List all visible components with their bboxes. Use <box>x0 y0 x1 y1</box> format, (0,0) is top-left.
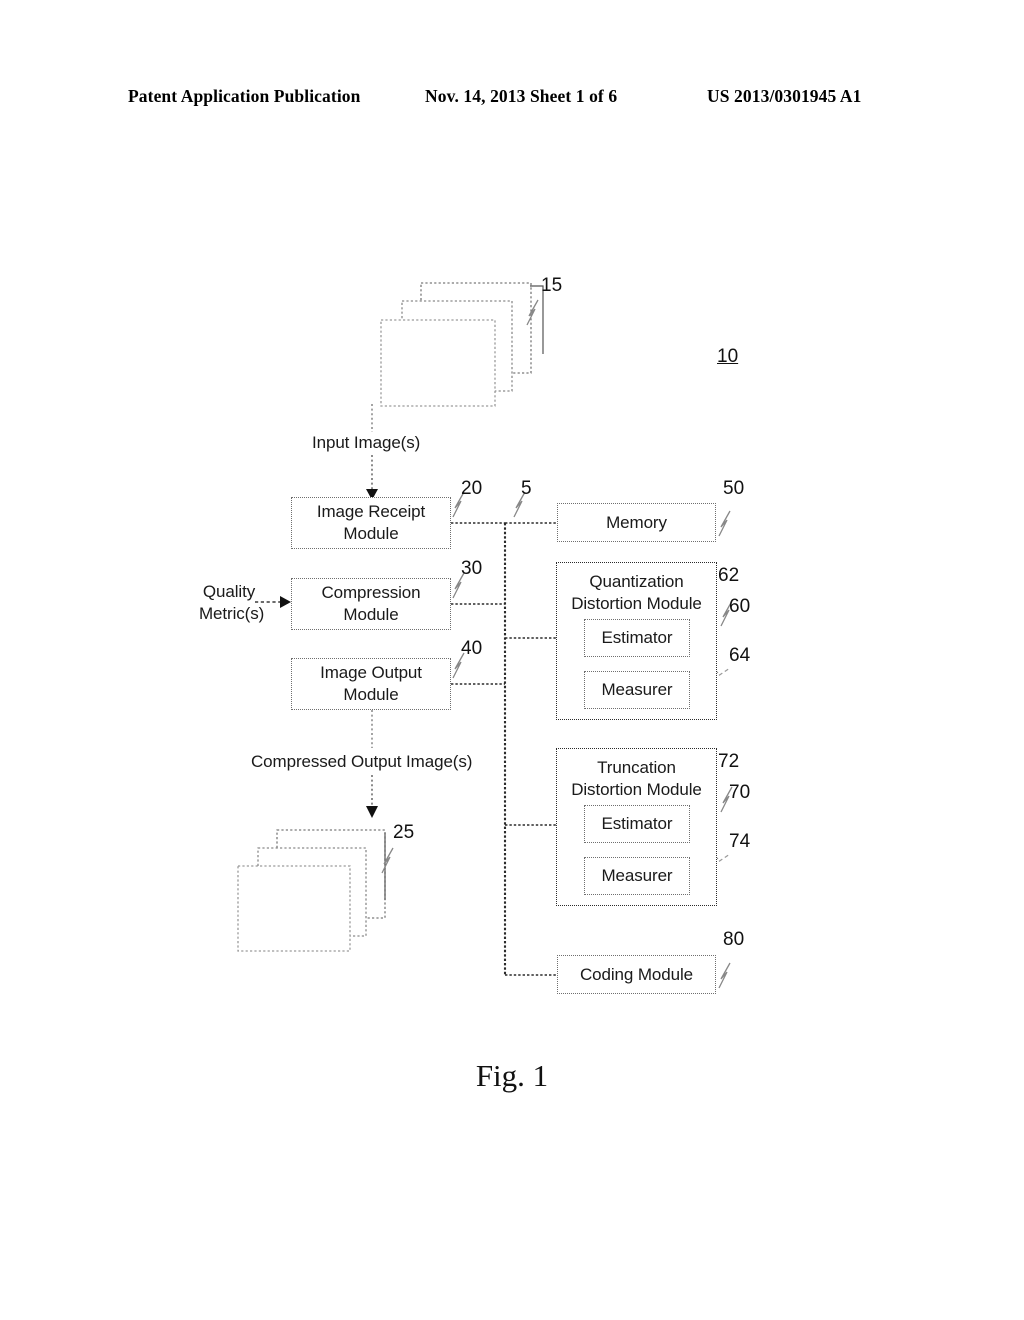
leader-line-80 <box>718 962 731 989</box>
truncation-distortion-module-title: Truncation Distortion Module <box>571 758 702 800</box>
quantization-measurer-label: Measurer <box>601 680 673 700</box>
system-bus <box>451 522 557 976</box>
compression-module-label: Compression Module <box>321 583 421 624</box>
reference-64: 64 <box>729 645 751 666</box>
input-images-flow-label: Input Image(s) <box>312 433 421 452</box>
reference-20: 20 <box>461 478 483 499</box>
reference-80: 80 <box>723 929 745 950</box>
truncation-estimator[interactable]: Estimator <box>584 805 690 843</box>
quantization-estimator[interactable]: Estimator <box>584 619 690 657</box>
figure-vector-layer <box>237 282 733 989</box>
reference-30: 30 <box>461 558 483 579</box>
quantization-measurer[interactable]: Measurer <box>584 671 690 709</box>
compressed-output-flow-label: Compressed Output Image(s) <box>251 752 473 771</box>
quantization-distortion-module-title: Quantization Distortion Module <box>571 572 702 614</box>
compression-module[interactable]: Compression Module <box>291 578 451 630</box>
image-output-module[interactable]: Image Output Module <box>291 658 451 710</box>
reference-72: 72 <box>718 751 740 772</box>
quantization-estimator-label: Estimator <box>601 628 673 648</box>
leader-line-50 <box>718 510 731 537</box>
truncation-measurer[interactable]: Measurer <box>584 857 690 895</box>
reference-74: 74 <box>729 831 751 852</box>
input-image-stack <box>380 282 532 407</box>
memory-module-label: Memory <box>606 512 667 532</box>
image-receipt-module[interactable]: Image Receipt Module <box>291 497 451 549</box>
truncation-measurer-label: Measurer <box>601 866 673 886</box>
coding-module[interactable]: Coding Module <box>557 955 716 994</box>
image-output-module-label: Image Output Module <box>320 663 422 704</box>
input-stack-reference-15: 15 <box>541 275 563 296</box>
quality-metrics-label: Quality Metric(s) <box>199 582 265 623</box>
truncation-estimator-label: Estimator <box>601 814 673 834</box>
image-receipt-module-label: Image Receipt Module <box>316 502 426 543</box>
reference-62: 62 <box>718 565 740 586</box>
output-image-stack <box>237 829 386 952</box>
reference-70: 70 <box>729 782 751 803</box>
output-stack-reference-25: 25 <box>393 822 415 843</box>
reference-60: 60 <box>729 596 751 617</box>
truncation-distortion-module[interactable]: Truncation Distortion Module Estimator M… <box>556 748 717 906</box>
reference-40: 40 <box>461 638 483 659</box>
memory-module[interactable]: Memory <box>557 503 716 542</box>
quantization-distortion-module[interactable]: Quantization Distortion Module Estimator… <box>556 562 717 720</box>
system-reference-10: 10 <box>717 346 739 367</box>
reference-5-bus: 5 <box>521 478 532 499</box>
reference-50: 50 <box>723 478 745 499</box>
patent-figure-1: 10 15 Input Image(s) Quality Metric(s) I… <box>0 0 1024 1320</box>
figure-caption: Fig. 1 <box>475 1058 549 1093</box>
coding-module-label: Coding Module <box>579 964 694 984</box>
